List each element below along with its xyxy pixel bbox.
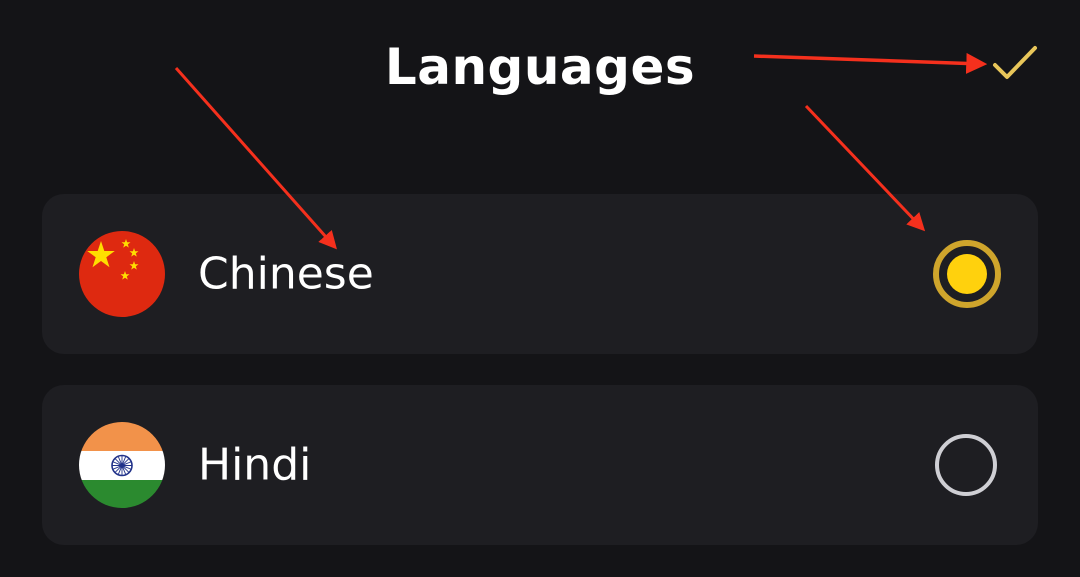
language-row-hindi[interactable]: Hindi [42, 385, 1038, 545]
languages-screen: Languages Chinese Hindi [0, 0, 1080, 577]
radio-selected-chinese[interactable] [933, 240, 1001, 308]
india-flag-icon [79, 422, 165, 508]
page-title: Languages [384, 38, 696, 96]
language-label: Chinese [198, 248, 374, 300]
language-label: Hindi [198, 439, 312, 491]
header-bar: Languages [0, 0, 1080, 135]
language-row-chinese[interactable]: Chinese [42, 194, 1038, 354]
china-flag-icon [79, 231, 165, 317]
confirm-button[interactable] [986, 40, 1044, 90]
radio-unselected-hindi[interactable] [935, 434, 997, 496]
checkmark-icon [993, 46, 1037, 79]
